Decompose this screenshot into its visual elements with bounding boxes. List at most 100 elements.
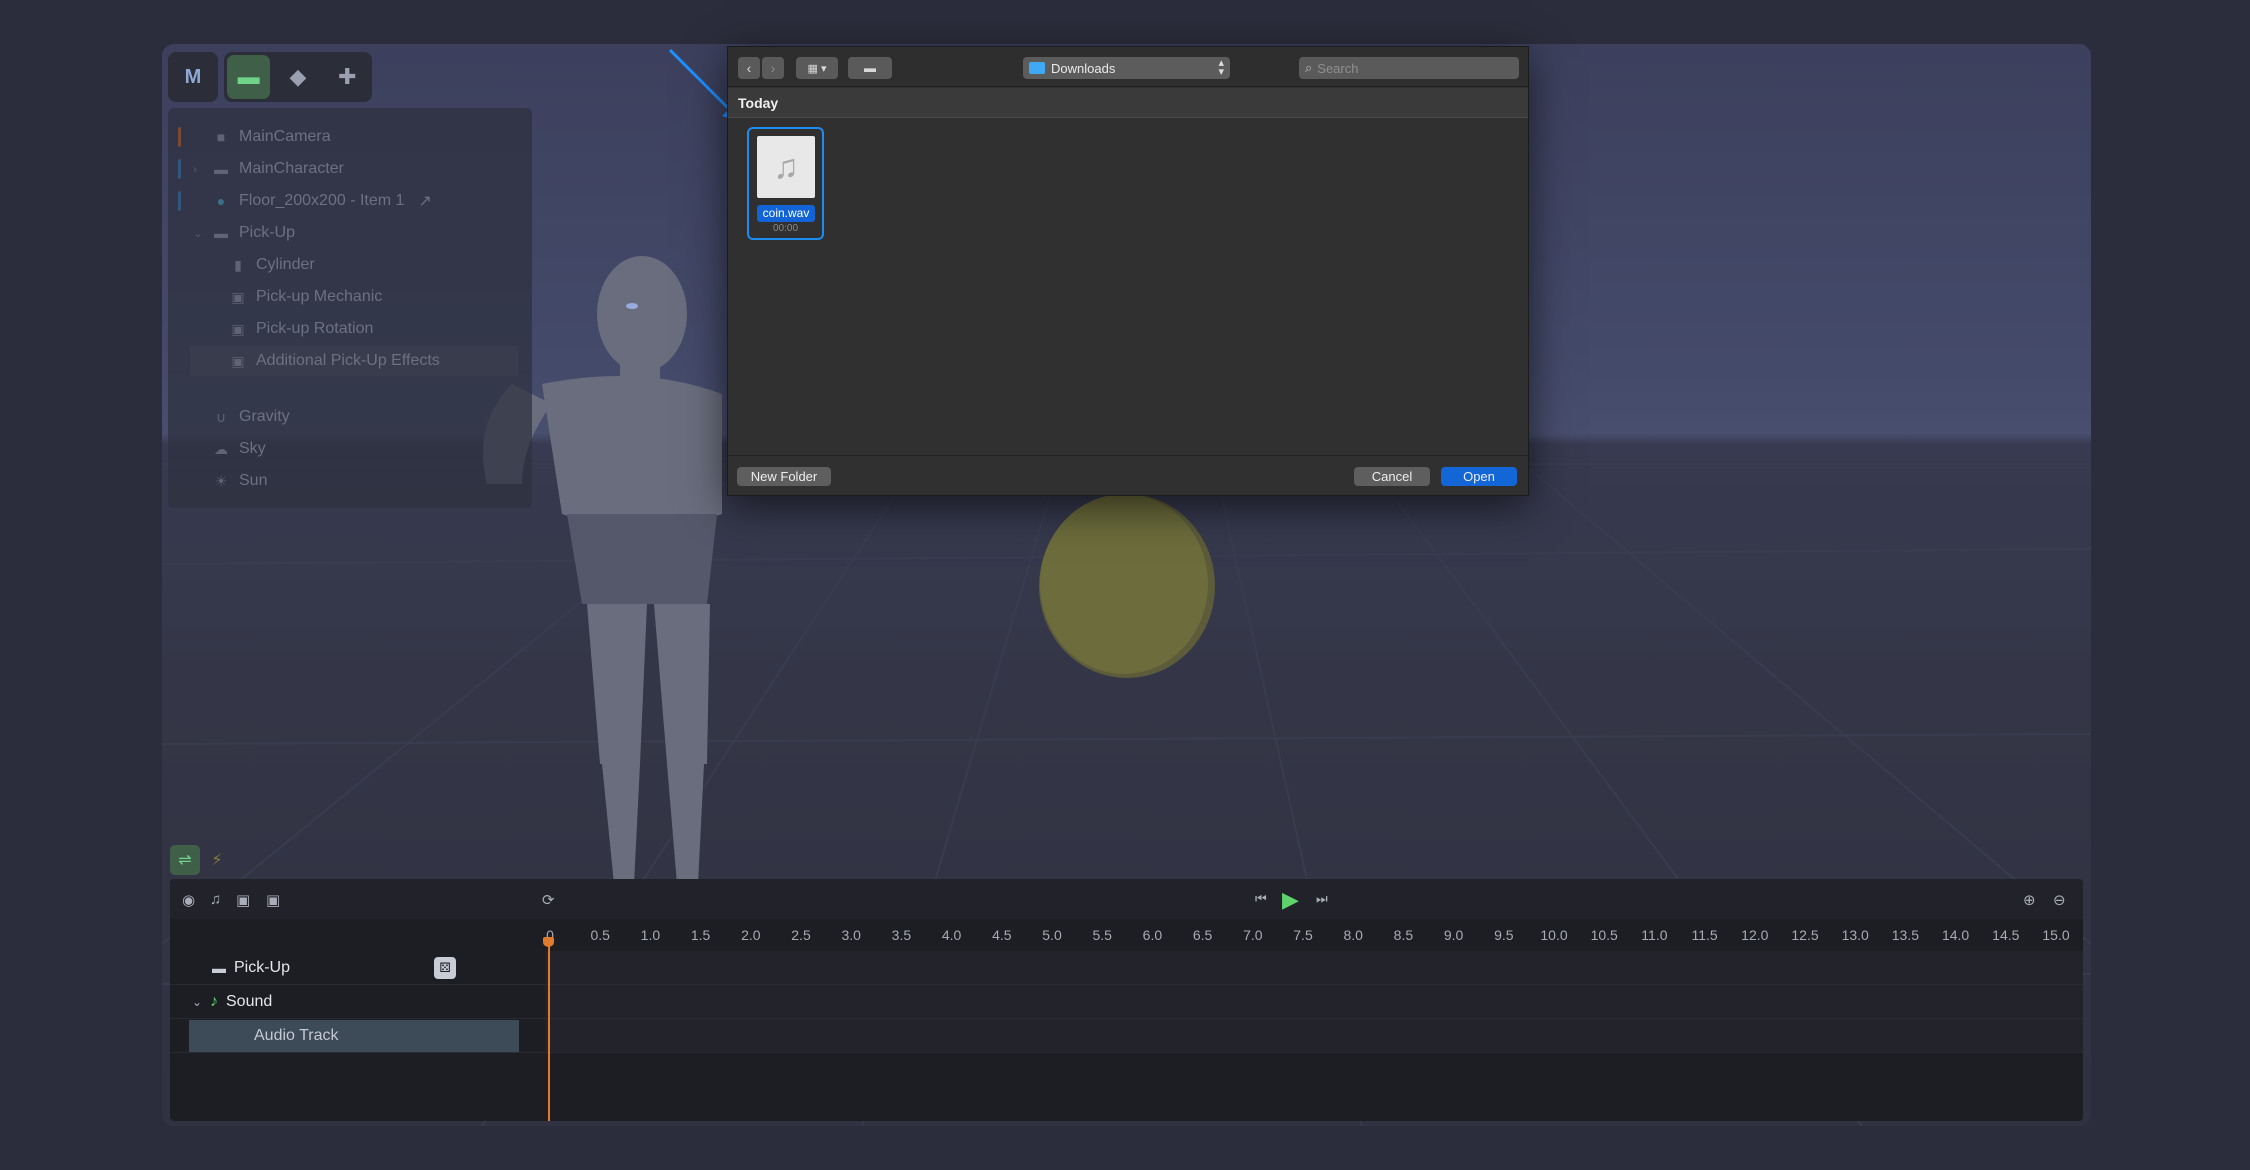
- add-video-icon[interactable]: ▣: [236, 891, 250, 909]
- ruler-tick: 11.0: [1641, 927, 1668, 943]
- add-audio-icon[interactable]: ♫: [210, 891, 221, 908]
- play-icon[interactable]: ▶: [1282, 887, 1299, 913]
- cancel-button[interactable]: Cancel: [1354, 467, 1430, 486]
- back-icon[interactable]: ‹: [738, 57, 760, 79]
- file-item-coin[interactable]: ♫ coin.wav 00:00: [747, 127, 824, 240]
- link-icon[interactable]: ↗: [418, 191, 431, 211]
- dialog-footer: New Folder Cancel Open: [728, 455, 1528, 495]
- ruler-tick: 0.5: [590, 927, 610, 943]
- script-icon: ▣: [231, 288, 245, 305]
- add-clip-icon[interactable]: ▣: [266, 891, 280, 909]
- section-header: Today: [728, 88, 1528, 118]
- ruler-tick: 12.0: [1741, 927, 1769, 943]
- folder-icon: [1029, 62, 1045, 74]
- hierarchy-item-additional-effects[interactable]: ▣ Additional Pick-Up Effects: [190, 346, 518, 376]
- hierarchy-item-sun[interactable]: ☀ Sun: [168, 466, 532, 496]
- hierarchy-item-gravity[interactable]: ∪ Gravity: [168, 402, 532, 432]
- hierarchy-item-pickup[interactable]: ⌄ ▬ Pick-Up: [168, 218, 532, 248]
- forward-icon[interactable]: ›: [762, 57, 784, 79]
- hierarchy-item-floor[interactable]: ● Floor_200x200 - Item 1 ↗: [168, 186, 532, 216]
- ruler-tick: 9.0: [1443, 927, 1464, 943]
- ruler-tick: 6.0: [1142, 927, 1163, 943]
- ruler-tick: 14.0: [1941, 927, 1970, 943]
- timeline-toggle-icon[interactable]: ⇌: [170, 845, 200, 875]
- track-row-audio[interactable]: Audio Track: [170, 1019, 2083, 1053]
- ruler-tick: 2.5: [791, 927, 811, 943]
- logo-icon[interactable]: M: [171, 55, 215, 99]
- loop-icon[interactable]: ⟳: [542, 891, 555, 909]
- add-object-icon[interactable]: ◉: [182, 891, 195, 909]
- script-icon: ▣: [231, 352, 245, 369]
- puzzle-icon[interactable]: ✚: [326, 55, 369, 99]
- music-note-icon: ♫: [757, 136, 815, 198]
- app-menu[interactable]: M: [168, 52, 218, 102]
- ruler-tick: 5.5: [1092, 927, 1112, 943]
- folder-icon: ▬: [214, 161, 228, 177]
- playhead-handle[interactable]: [543, 937, 554, 947]
- playhead[interactable]: [548, 937, 550, 1121]
- hierarchy-item-pickup-rotation[interactable]: ▣ Pick-up Rotation: [168, 314, 532, 344]
- audio-track-item[interactable]: Audio Track: [189, 1020, 519, 1052]
- skip-back-icon[interactable]: ⏮: [1255, 891, 1267, 907]
- hierarchy-item-maincharacter[interactable]: › ▬ MainCharacter: [168, 154, 532, 184]
- ruler-tick: 1.0: [640, 927, 661, 943]
- chevron-down-icon[interactable]: ⌄: [193, 226, 211, 240]
- hierarchy-panel: ■ MainCamera › ▬ MainCharacter ● Floor_2…: [168, 108, 532, 508]
- search-icon: ⌕: [1305, 60, 1313, 75]
- folder-icon: ▬: [212, 959, 226, 976]
- timeline-panel: ◉ ♫ ▣ ▣ ⟳ ⏮ ▶ ⏭ ⊕ ⊖ 0 0.5 1.0 1.5 2.0 2.5 3.0 3…: [170, 879, 2083, 1121]
- cylinder-icon: ▮: [234, 256, 242, 273]
- open-button[interactable]: Open: [1441, 467, 1517, 486]
- timeline-toolbar: ◉ ♫ ▣ ▣ ⟳ ⏮ ▶ ⏭ ⊕ ⊖: [170, 879, 2083, 919]
- folder-icon: ▬: [214, 225, 228, 241]
- skip-forward-icon[interactable]: ⏭: [1316, 891, 1328, 907]
- folder-action-icon[interactable]: ▬: [848, 57, 892, 79]
- new-folder-button[interactable]: New Folder: [737, 467, 831, 486]
- location-dropdown[interactable]: Downloads ▴ ▾: [1023, 57, 1230, 79]
- file-duration: 00:00: [772, 223, 799, 234]
- sphere-icon: ●: [216, 193, 226, 209]
- open-file-dialog: ‹ › ▦ ▾ ▬ Downloads ▴▾ ⌕ Today ♫ coin.wa…: [727, 46, 1529, 496]
- script-icon: ▣: [231, 320, 245, 337]
- zoom-out-icon[interactable]: ⊖: [2053, 891, 2066, 909]
- ruler-tick: 3.0: [841, 927, 861, 943]
- hierarchy-item-sky[interactable]: ☁ Sky: [168, 434, 532, 464]
- ruler-tick: 11.5: [1691, 927, 1718, 943]
- ruler-tick: 5.0: [1042, 927, 1062, 943]
- ruler-tick: 8.0: [1343, 927, 1363, 943]
- time-ruler[interactable]: 0 0.5 1.0 1.5 2.0 2.5 3.0 3.5 4.0 4.5 5.0 5.5 6.0 6.5…: [540, 919, 2083, 951]
- ruler-tick: 15.0: [2042, 927, 2070, 943]
- folder-icon[interactable]: ▬: [227, 55, 271, 99]
- ruler-tick: 10.0: [1540, 927, 1568, 943]
- view-grid-icon[interactable]: ▦ ▾: [796, 57, 838, 79]
- zoom-in-icon[interactable]: ⊕: [2023, 891, 2036, 909]
- hierarchy-item-cylinder[interactable]: ▮ Cylinder: [168, 250, 532, 280]
- ruler-tick: 7.5: [1293, 927, 1313, 943]
- shapes-icon[interactable]: ◆: [276, 55, 319, 99]
- hierarchy-item-maincamera[interactable]: ■ MainCamera: [168, 122, 532, 152]
- ruler-tick: 6.5: [1192, 927, 1213, 943]
- search-field[interactable]: ⌕: [1299, 57, 1519, 79]
- ruler-tick: 1.5: [690, 927, 711, 943]
- cloud-icon: ☁: [214, 440, 228, 457]
- chevron-down-icon[interactable]: ⌄: [192, 995, 210, 1009]
- camera-icon: ■: [216, 129, 226, 145]
- lightning-icon[interactable]: ⚡: [205, 845, 229, 875]
- file-name: coin.wav: [757, 205, 815, 222]
- ruler-tick: 10.5: [1590, 927, 1618, 943]
- magnet-icon: ∪: [215, 408, 227, 425]
- ruler-tick: 9.5: [1494, 927, 1514, 943]
- ruler-tick: 4.5: [992, 927, 1012, 943]
- dialog-toolbar: ‹ › ▦ ▾ ▬ Downloads ▴ ▾ ⌕: [728, 47, 1528, 87]
- screen-frame: M ▬ ◆ ✚ ■ MainCamera › ▬ MainCharacter ●…: [0, 0, 2250, 1170]
- dice-icon[interactable]: ⚄: [434, 957, 456, 979]
- track-row-sound[interactable]: ⌄ ♪ Sound: [170, 985, 2083, 1019]
- search-input[interactable]: [1317, 60, 1498, 76]
- ruler-tick: 13.5: [1891, 927, 1920, 943]
- chevron-right-icon[interactable]: ›: [193, 162, 211, 176]
- hierarchy-item-pickup-mechanic[interactable]: ▣ Pick-up Mechanic: [168, 282, 532, 312]
- sun-icon: ☀: [214, 472, 228, 489]
- music-note-icon: ♪: [210, 992, 218, 1010]
- updown-icon: ▴ ▾: [1218, 57, 1224, 78]
- track-row-pickup[interactable]: ▬ Pick-Up ⚄: [170, 951, 2083, 985]
